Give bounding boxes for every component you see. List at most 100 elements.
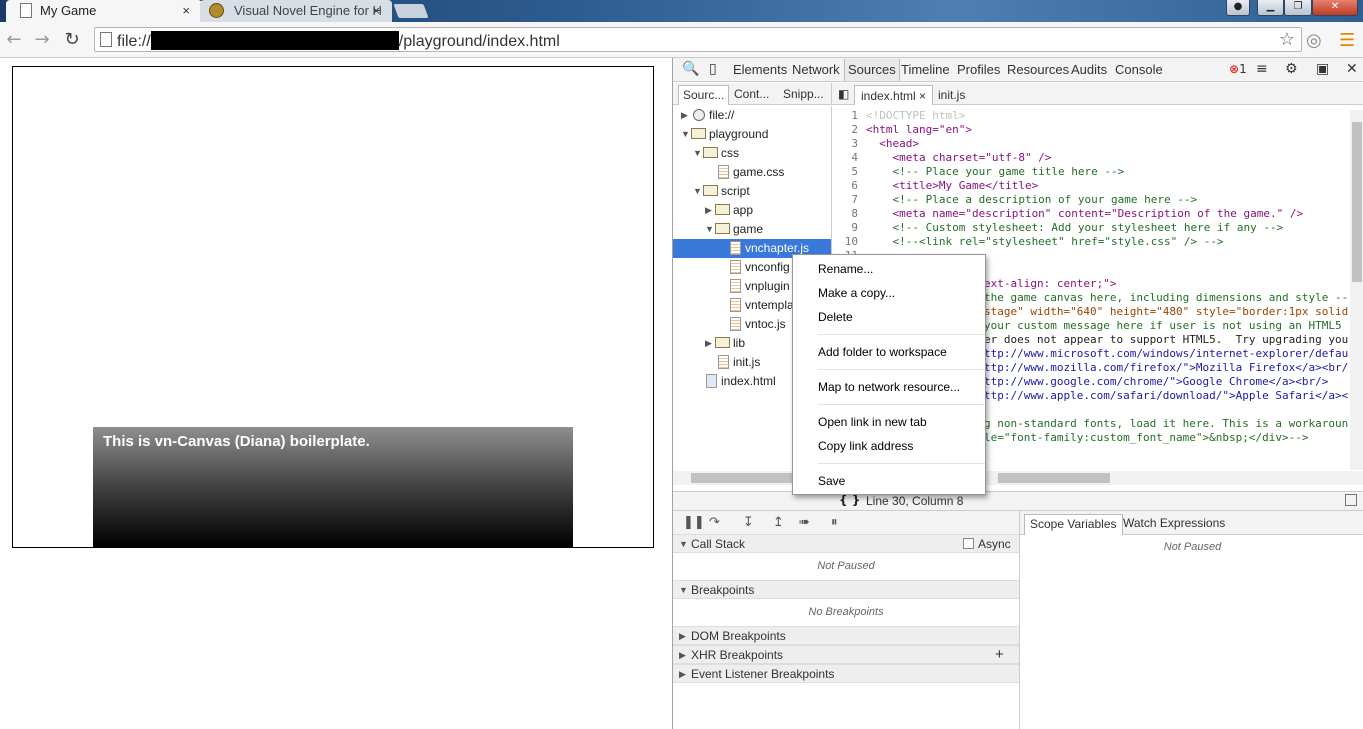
minimize-button[interactable]: ▁ [1257,0,1284,16]
scrollbar-thumb[interactable] [1352,122,1362,282]
tree-label: init.js [733,355,761,369]
tab-profiles[interactable]: Profiles [957,62,1000,77]
tab-scope-variables[interactable]: Scope Variables [1024,514,1123,535]
tree-item-css[interactable]: ▼ css [673,144,831,163]
user-icon[interactable]: ● [1226,0,1250,16]
xhr-breakpoints-header[interactable]: ▶ XHR Breakpoints + [673,645,1019,664]
tab-network[interactable]: Network [792,62,840,77]
scrollbar-thumb[interactable] [998,473,1110,483]
dock-icon[interactable]: ▣ [1316,61,1329,77]
error-counter[interactable]: ⊗1 [1229,62,1247,76]
tab-content-scripts[interactable]: Cont... [730,85,773,105]
menu-item-map-network[interactable]: Map to network resource... [793,376,985,398]
event-listener-breakpoints-header[interactable]: ▶ Event Listener Breakpoints [673,664,1019,683]
menu-item-add-folder[interactable]: Add folder to workspace [793,341,985,363]
step-over-icon[interactable]: ↷ [709,515,720,530]
expand-arrow-icon[interactable]: ▶ [705,201,715,220]
tab-console[interactable]: Console [1115,62,1163,77]
maximize-button[interactable]: ❐ [1284,0,1312,16]
tree-item-game-css[interactable]: game.css [673,163,831,182]
dom-breakpoints-header[interactable]: ▶ DOM Breakpoints [673,626,1019,645]
tree-label: vntoc.js [745,317,786,331]
browser-tab-visual-novel[interactable]: Visual Novel Engine for H × [200,0,392,22]
menu-item-delete[interactable]: Delete [793,306,985,328]
scrollbar-thumb[interactable] [691,473,803,483]
horizontal-scrollbar[interactable] [673,471,1363,485]
close-editor-tab-icon[interactable]: × [919,89,926,103]
tab-audits[interactable]: Audits [1071,62,1107,77]
expand-arrow-icon[interactable]: ▶ [705,334,715,353]
game-canvas[interactable]: This is vn-Canvas (Diana) boilerplate. [12,66,654,548]
menu-item-open-link[interactable]: Open link in new tab [793,411,985,433]
tree-label: script [721,184,750,198]
address-bar[interactable]: file:///playground/index.html ☆ [94,27,1302,52]
section-label: XHR Breakpoints [691,648,784,662]
tree-label: lib [733,336,746,350]
menu-item-copy-link[interactable]: Copy link address [793,435,985,457]
bookmark-star-icon[interactable]: ☆ [1279,29,1295,50]
file-icon [718,355,729,369]
settings-gear-icon[interactable]: ⚙ [1285,61,1298,77]
tree-item-game[interactable]: ▼ game [673,220,831,239]
tree-item-script[interactable]: ▼ script [673,182,831,201]
reload-icon[interactable]: ↻ [61,29,83,50]
toggle-sidebar-icon[interactable] [1345,494,1357,506]
toggle-navigator-icon[interactable]: ◧ [836,85,854,105]
menu-item-make-copy[interactable]: Make a copy... [793,282,985,304]
code-line: ext-align: center;"> [984,277,1117,290]
menu-item-save[interactable]: Save [793,470,985,492]
close-devtools-icon[interactable]: ✕ [1346,61,1358,77]
close-tab-icon[interactable]: × [372,3,380,18]
browser-tab-my-game[interactable]: My Game × [6,0,202,22]
pretty-print-button[interactable]: { } [839,493,860,507]
pause-on-exceptions-icon[interactable]: ⏸ [831,515,838,530]
call-stack-header[interactable]: ▼ Call Stack Async [673,534,1019,553]
expand-arrow-icon[interactable]: ▼ [693,144,703,163]
close-tab-icon[interactable]: × [182,3,190,18]
back-arrow-icon[interactable]: ← [3,29,25,50]
async-checkbox[interactable] [963,538,974,549]
editor-tab-init-js[interactable]: init.js [932,85,971,105]
folder-icon [715,337,730,348]
expand-arrow-icon[interactable]: ▶ [681,106,691,125]
console-drawer-icon[interactable]: ≡ [1256,61,1268,77]
code-line: ttp://www.microsoft.com/windows/internet… [984,347,1349,360]
tab-snippets[interactable]: Snipp... [779,85,828,105]
deactivate-breakpoints-icon[interactable]: ➠ [799,515,810,530]
add-xhr-breakpoint-button[interactable]: + [995,646,1004,663]
extension-icon[interactable]: ◎ [1306,30,1322,51]
step-out-icon[interactable]: ↥ [773,515,784,530]
editor-tab-index-html[interactable]: index.html × [854,85,934,105]
devtools-panel: 🔍 ▯ Elements Network Sources Timeline Pr… [672,58,1363,729]
expand-arrow-icon[interactable]: ▼ [681,125,691,144]
file-icon [730,241,741,255]
breakpoints-header[interactable]: ▼ Breakpoints [673,580,1019,599]
inspect-search-icon[interactable]: 🔍 [682,61,699,77]
forward-arrow-icon[interactable]: → [31,29,53,50]
step-into-icon[interactable]: ↧ [743,515,754,530]
tree-item-file[interactable]: ▶ file:// [673,106,831,125]
window-close-button[interactable]: ✕ [1312,0,1358,16]
tree-item-playground[interactable]: ▼ playground [673,125,831,144]
tab-watch-expressions[interactable]: Watch Expressions [1118,514,1230,535]
device-mode-icon[interactable]: ▯ [709,61,717,77]
menu-icon[interactable]: ☰ [1339,30,1355,51]
menu-item-rename[interactable]: Rename... [793,258,985,280]
new-tab-button[interactable] [393,4,429,18]
expand-arrow-icon[interactable]: ▼ [693,182,703,201]
code-line: <meta charset="utf-8" /> [866,151,1052,164]
tree-label: index.html [721,374,776,388]
tab-timeline[interactable]: Timeline [901,62,950,77]
pause-icon[interactable]: ❚❚ [683,515,705,530]
tab-sources-nav[interactable]: Sourc... [678,85,730,105]
tab-sources[interactable]: Sources [844,59,900,81]
tree-label: vntempla [745,298,794,312]
browser-toolbar: ← → ↻ file:///playground/index.html ☆ ◎ … [0,22,1363,58]
menu-separator [818,334,985,335]
expand-arrow-icon[interactable]: ▼ [705,220,715,239]
vertical-scrollbar[interactable] [1350,110,1363,470]
tree-item-app[interactable]: ▶ app [673,201,831,220]
redacted-path [150,31,399,50]
tab-resources[interactable]: Resources [1007,62,1069,77]
tab-elements[interactable]: Elements [733,62,787,77]
